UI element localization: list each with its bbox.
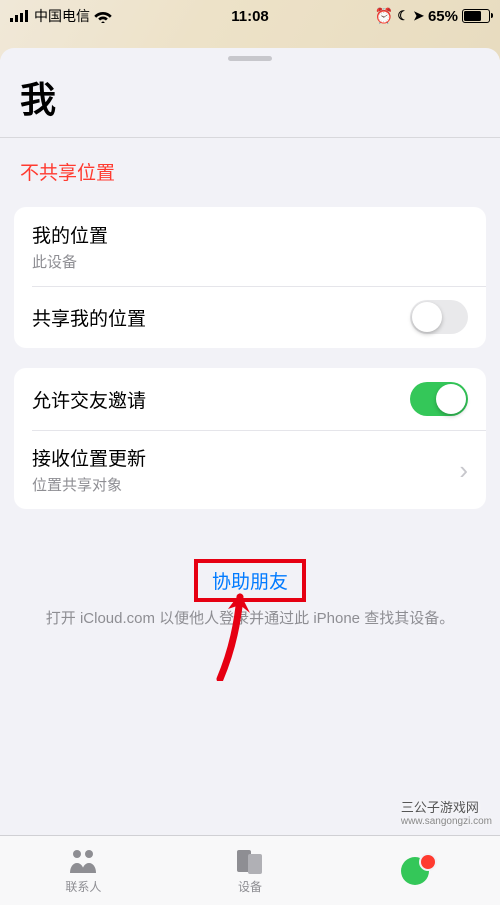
- updates-subtitle: 位置共享对象: [32, 474, 146, 495]
- friend-invite-title: 允许交友邀请: [32, 386, 146, 413]
- tab-bar: 联系人 设备: [0, 835, 500, 905]
- tab-devices[interactable]: 设备: [167, 836, 334, 905]
- my-location-row[interactable]: 我的位置 此设备: [14, 207, 486, 286]
- tab-people-label: 联系人: [65, 878, 101, 895]
- share-location-title: 共享我的位置: [32, 304, 146, 331]
- dnd-moon-icon: ☾: [397, 8, 409, 24]
- friends-card: 允许交友邀请 接收位置更新 位置共享对象 ›: [14, 368, 486, 509]
- watermark: 三公子游戏网 www.sangongzi.com: [401, 797, 492, 827]
- cellular-signal-icon: [10, 10, 30, 22]
- friend-invite-toggle[interactable]: [410, 382, 468, 416]
- people-icon: [66, 846, 100, 876]
- chevron-right-icon: ›: [459, 457, 468, 483]
- me-sheet: 我 不共享位置 我的位置 此设备 共享我的位置 允许交友邀请 接收位置更新 位置…: [0, 48, 500, 905]
- share-location-row: 共享我的位置: [14, 286, 486, 348]
- tab-people[interactable]: 联系人: [0, 836, 167, 905]
- annotation-arrow-icon: [190, 591, 260, 681]
- my-location-title: 我的位置: [32, 221, 108, 248]
- annotation-highlight-box: 协助朋友: [194, 559, 306, 602]
- location-card: 我的位置 此设备 共享我的位置: [14, 207, 486, 348]
- battery-percent: 65%: [428, 8, 458, 25]
- sheet-grabber[interactable]: [228, 56, 272, 61]
- updates-row[interactable]: 接收位置更新 位置共享对象 ›: [14, 430, 486, 509]
- watermark-url: www.sangongzi.com: [401, 816, 492, 827]
- page-title: 我: [0, 67, 500, 137]
- tab-me[interactable]: [333, 836, 500, 905]
- clock: 11:08: [231, 8, 269, 25]
- my-location-subtitle: 此设备: [32, 251, 108, 272]
- updates-title: 接收位置更新: [32, 444, 146, 471]
- help-friend-description: 打开 iCloud.com 以便他人登录并通过此 iPhone 查找其设备。: [24, 608, 476, 631]
- location-arrow-icon: ➤: [413, 8, 424, 24]
- carrier-label: 中国电信: [34, 6, 90, 26]
- status-bar: 中国电信 11:08 ⏰ ☾ ➤ 65%: [0, 0, 500, 32]
- me-icon: [401, 855, 433, 885]
- devices-icon: [233, 846, 267, 876]
- share-location-toggle[interactable]: [410, 300, 468, 334]
- wifi-icon: [94, 9, 112, 23]
- help-friend-section: 协助朋友 打开 iCloud.com 以便他人登录并通过此 iPhone 查找其…: [0, 529, 500, 631]
- help-friend-link[interactable]: 协助朋友: [212, 572, 288, 593]
- tab-devices-label: 设备: [238, 878, 262, 895]
- not-sharing-label[interactable]: 不共享位置: [0, 138, 500, 207]
- battery-icon: [462, 9, 490, 23]
- friend-invite-row: 允许交友邀请: [14, 368, 486, 430]
- watermark-title: 三公子游戏网: [401, 797, 492, 816]
- alarm-icon: ⏰: [375, 7, 394, 25]
